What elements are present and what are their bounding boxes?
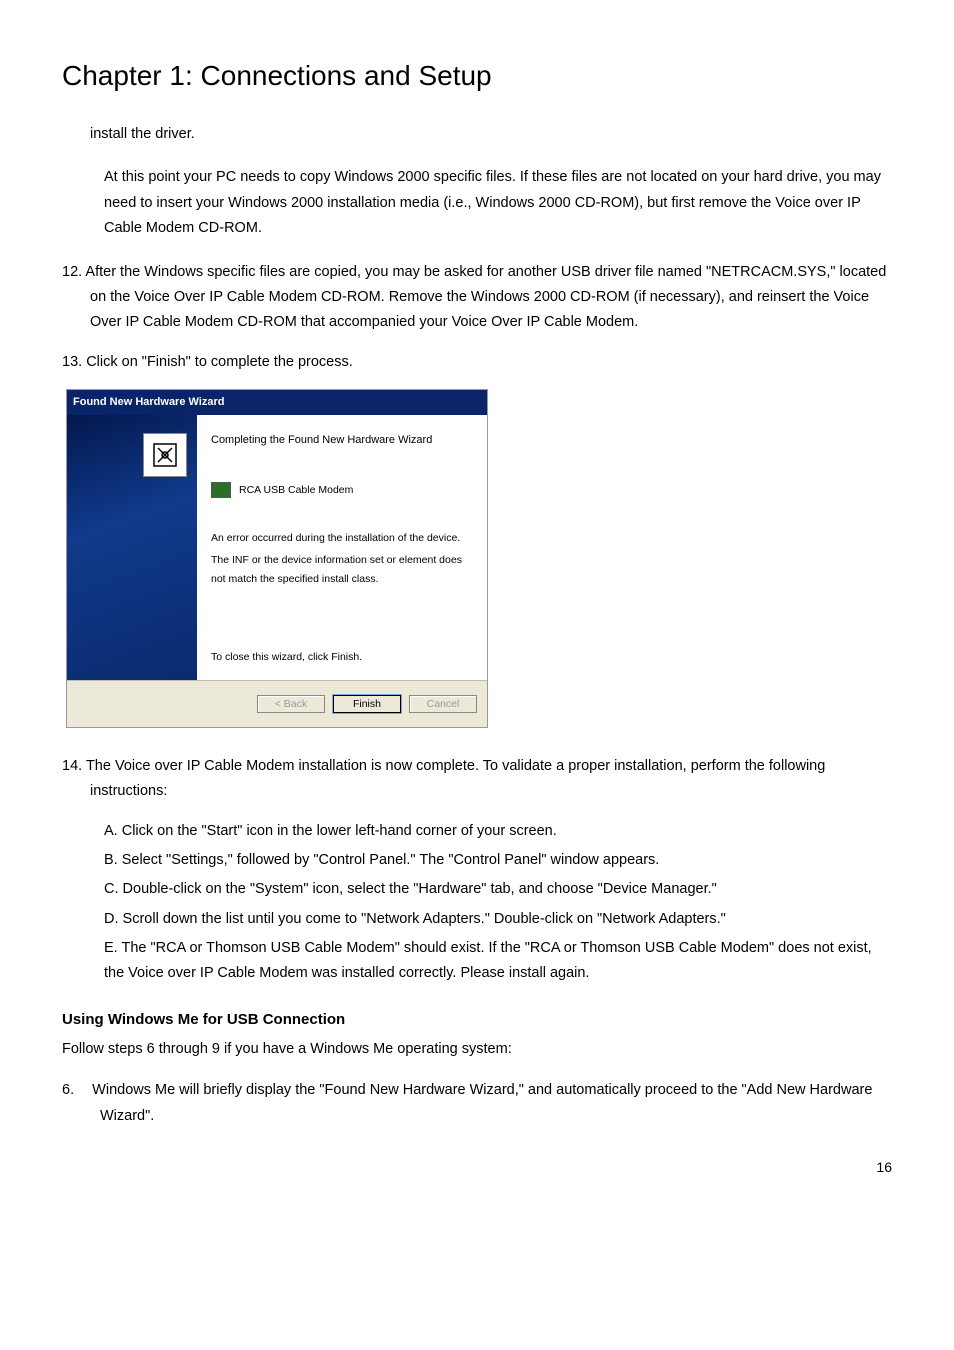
list-item: 14. The Voice over IP Cable Modem instal… <box>62 754 892 805</box>
list-content: The Voice over IP Cable Modem installati… <box>86 758 825 799</box>
wizard-error-text: The INF or the device information set or… <box>211 551 473 588</box>
wizard-device-name: RCA USB Cable Modem <box>239 481 353 499</box>
hardware-icon <box>143 433 187 477</box>
section-subtext: Follow steps 6 through 9 if you have a W… <box>62 1037 892 1062</box>
sub-step: B. Select "Settings," followed by "Contr… <box>104 848 892 873</box>
list-item: 12. After the Windows specific files are… <box>62 260 892 336</box>
cancel-button[interactable]: Cancel <box>409 695 477 713</box>
sub-step: C. Double-click on the "System" icon, se… <box>104 877 892 902</box>
list-number: 12. <box>62 264 82 280</box>
wizard-heading: Completing the Found New Hardware Wizard <box>211 431 473 450</box>
list-number: 13. <box>62 354 82 370</box>
list-number: 6. <box>62 1082 74 1098</box>
device-icon <box>211 482 231 498</box>
sub-step: D. Scroll down the list until you come t… <box>104 907 892 932</box>
list-content: Windows Me will briefly display the "Fou… <box>92 1082 872 1123</box>
list-content: Click on "Finish" to complete the proces… <box>86 354 353 370</box>
list-number: 14. <box>62 758 82 774</box>
wizard-side-graphic <box>67 415 197 680</box>
wizard-dialog: Found New Hardware Wizard Completing the… <box>66 389 488 728</box>
chapter-title: Chapter 1: Connections and Setup <box>62 60 892 92</box>
sub-step: E. The "RCA or Thomson USB Cable Modem" … <box>104 936 892 987</box>
body-paragraph: At this point your PC needs to copy Wind… <box>104 165 892 241</box>
wizard-titlebar: Found New Hardware Wizard <box>67 390 487 415</box>
wizard-close-hint: To close this wizard, click Finish. <box>211 648 473 666</box>
sub-step: A. Click on the "Start" icon in the lowe… <box>104 819 892 844</box>
page-number: 16 <box>62 1159 892 1175</box>
list-content: After the Windows specific files are cop… <box>85 264 886 331</box>
list-item: 13. Click on "Finish" to complete the pr… <box>62 350 892 375</box>
finish-button[interactable]: Finish <box>333 695 401 713</box>
back-button[interactable]: < Back <box>257 695 325 713</box>
wizard-error-text: An error occurred during the installatio… <box>211 529 473 547</box>
section-heading: Using Windows Me for USB Connection <box>62 1007 892 1033</box>
body-paragraph: install the driver. <box>90 122 892 147</box>
list-item: 6. Windows Me will briefly display the "… <box>62 1078 892 1129</box>
